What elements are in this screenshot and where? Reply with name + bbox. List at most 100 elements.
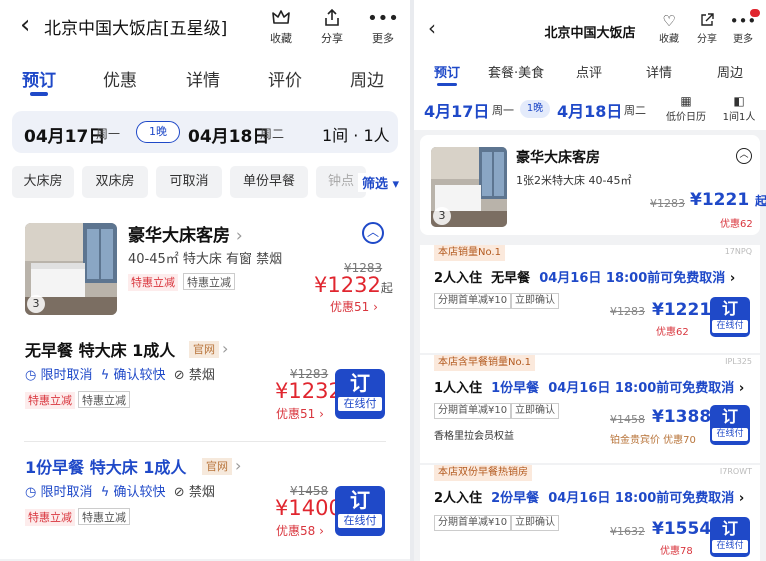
tab-nearby[interactable]: 周边 <box>717 62 743 81</box>
rate-price: ¥1400 <box>275 496 342 520</box>
tab-details[interactable]: 详情 <box>646 62 672 81</box>
checkout-date: 04月18日 <box>188 127 270 147</box>
promo-tag: 分期首单减¥10 <box>434 293 512 309</box>
saving-label[interactable]: 优惠51 › <box>276 405 324 422</box>
right-screen: ‹ 北京中国大饭店 ♡ 收藏 分享 ••• 更多 预订 套餐·美食 点评 详情 … <box>414 0 766 561</box>
more-button[interactable]: ••• 更多 <box>360 8 406 46</box>
checkout-weekday: 周二 <box>260 127 285 141</box>
book-button[interactable]: 订 在线付 <box>335 486 385 536</box>
chevron-right-icon: › <box>222 339 229 358</box>
promo-tag: 立即确认 <box>511 515 559 531</box>
tab-bar: 预订 优惠 详情 评价 周边 <box>0 62 410 98</box>
door-icon: ◧ <box>733 94 745 108</box>
book-button[interactable]: 订 在线付 <box>710 297 750 337</box>
tab-reviews[interactable]: 点评 <box>576 62 602 81</box>
share-label: 分享 <box>697 34 717 45</box>
nights-badge: 1晚 <box>136 121 180 143</box>
book-button[interactable]: 订 在线付 <box>335 369 385 419</box>
original-price: ¥1458 <box>610 413 645 426</box>
rate-price: ¥1221 <box>652 300 712 320</box>
official-badge: 官网 <box>202 458 232 475</box>
saving-label[interactable]: 优惠58 › <box>276 522 324 539</box>
discount-tag: 特惠立减 <box>25 392 75 409</box>
chevron-right-icon: › <box>738 381 745 396</box>
rate-features: ◷ 限时取消 ϟ 确认较快 ⊘ 禁烟 <box>25 485 215 500</box>
share-button[interactable]: 分享 <box>690 12 724 45</box>
rooms-guests[interactable]: 1间 · 1人 <box>322 122 390 146</box>
price-suffix: 起 <box>755 194 766 208</box>
chevron-right-icon: › <box>738 491 745 506</box>
date-selector[interactable]: 4月17日 周一 1晚 4月18日 周二 ▦ 低价日历 ◧ 1间1人 <box>414 94 766 126</box>
rate-code: IPL325 <box>725 357 752 366</box>
share-icon <box>309 8 355 30</box>
room-photo[interactable]: 3 <box>25 223 117 315</box>
photo-count: 3 <box>433 207 451 225</box>
collapse-icon[interactable]: ︿ <box>362 222 384 244</box>
sales-badge: 本店销量No.1 <box>434 245 505 261</box>
price-calendar-button[interactable]: ▦ 低价日历 <box>661 94 711 123</box>
room-card[interactable]: 3 豪华大床客房 1张2米特大床 40-45㎡ ︿ ¥1283 ¥1221 起 … <box>420 135 766 235</box>
pay-online-label: 在线付 <box>712 320 748 333</box>
notification-dot <box>750 9 760 17</box>
checkin-weekday: 周一 <box>96 127 121 141</box>
promo-tag: 立即确认 <box>511 403 559 419</box>
member-benefit: 香格里拉会员权益 <box>434 431 514 442</box>
discount-tag: 特惠立减 <box>25 509 75 526</box>
filter-chip[interactable]: 可取消 <box>156 166 222 198</box>
tab-details[interactable]: 详情 <box>186 66 220 91</box>
heart-icon: ♡ <box>662 12 676 30</box>
tab-booking[interactable]: 预订 <box>434 62 460 81</box>
rate-features: ◷ 限时取消 ϟ 确认较快 ⊘ 禁烟 <box>25 368 215 383</box>
original-price: ¥1283 <box>650 197 685 210</box>
clock-icon: ◷ <box>25 368 37 383</box>
checkin-date: 4月17日 <box>424 102 490 121</box>
rooms-guests-button[interactable]: ◧ 1间1人 <box>714 94 764 123</box>
filter-button[interactable]: 筛选 ▾ <box>358 173 400 192</box>
pay-online-label: 在线付 <box>338 397 382 411</box>
favorite-button[interactable]: ♡ 收藏 <box>652 12 686 45</box>
rate-title: 2人入住 无早餐 04月16日 18:00前可免费取消 › <box>434 271 736 286</box>
tab-booking[interactable]: 预订 <box>22 66 56 91</box>
book-button[interactable]: 订 在线付 <box>710 405 750 445</box>
pay-online-label: 在线付 <box>712 540 748 553</box>
rate-title: 无早餐 特大床 1成人 <box>25 341 176 360</box>
photo-count: 3 <box>27 295 45 313</box>
filter-chip[interactable]: 双床房 <box>82 166 148 198</box>
pay-online-label: 在线付 <box>712 428 748 441</box>
more-label: 更多 <box>372 32 394 45</box>
tab-reviews[interactable]: 评价 <box>268 66 302 91</box>
active-tab-indicator <box>437 83 457 86</box>
rate-row[interactable]: 本店销量No.1 17NPQ 2人入住 无早餐 04月16日 18:00前可免费… <box>420 245 760 353</box>
collapse-icon[interactable]: ︿ <box>736 148 752 164</box>
back-icon[interactable]: ‹ <box>20 10 30 40</box>
date-selector[interactable]: 04月17日 周一 1晚 04月18日 周二 1间 · 1人 <box>12 111 398 153</box>
rate-code: 17NPQ <box>724 247 752 256</box>
rate-title: 1人入住 1份早餐 04月16日 18:00前可免费取消 › <box>434 381 745 396</box>
room-price: ¥1232起 <box>314 273 393 297</box>
filter-chip[interactable]: 单份早餐 <box>230 166 308 198</box>
more-label: 更多 <box>733 34 753 45</box>
rate-row[interactable]: 本店含早餐销量No.1 IPL325 1人入住 1份早餐 04月16日 18:0… <box>420 355 760 463</box>
rate-row[interactable]: 1份早餐 特大床 1成人 官网 › ◷ 限时取消 ϟ 确认较快 ⊘ 禁烟 特惠立… <box>0 442 410 559</box>
tab-nearby[interactable]: 周边 <box>350 66 384 91</box>
room-card[interactable]: 3 豪华大床客房 › 40-45㎡ 特大床 有窗 禁烟 特惠立减 特惠立减 ︿ … <box>0 205 410 325</box>
room-spec: 40-45㎡ 特大床 有窗 禁烟 <box>128 252 283 267</box>
room-photo[interactable]: 3 <box>431 147 507 227</box>
tab-packages[interactable]: 套餐·美食 <box>488 62 544 81</box>
left-header-area: ‹ 北京中国大饭店[五星级] 收藏 分享 ••• 更多 预订 优惠 详情 评价 … <box>0 0 410 205</box>
filter-bar: 大床房 双床房 可取消 单份早餐 钟点 筛选 ▾ <box>12 166 410 198</box>
share-button[interactable]: 分享 <box>309 8 355 46</box>
filter-chip[interactable]: 大床房 <box>12 166 74 198</box>
promo-tag: 立即确认 <box>511 293 559 309</box>
favorite-button[interactable]: 收藏 <box>258 8 304 46</box>
book-button[interactable]: 订 在线付 <box>710 517 750 557</box>
rate-price: ¥1232 <box>275 379 342 403</box>
checkin-date: 04月17日 <box>24 127 106 147</box>
rate-row[interactable]: 无早餐 特大床 1成人 官网 › ◷ 限时取消 ϟ 确认较快 ⊘ 禁烟 特惠立减… <box>0 325 410 442</box>
rate-row[interactable]: 本店双份早餐热销房 I7ROWT 2人入住 2份早餐 04月16日 18:00前… <box>420 465 760 561</box>
price-suffix: 起 <box>380 281 393 295</box>
saving-label[interactable]: 优惠51 › <box>330 298 378 315</box>
room-spec: 1张2米特大床 40-45㎡ <box>516 174 632 187</box>
tab-discounts[interactable]: 优惠 <box>103 66 137 91</box>
lightning-icon: ϟ <box>100 368 110 383</box>
